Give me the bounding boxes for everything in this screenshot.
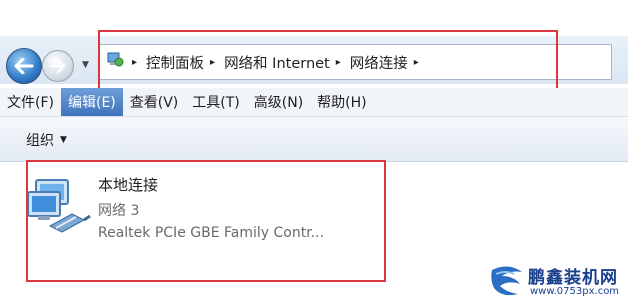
- menu-tools[interactable]: 工具(T): [185, 88, 246, 116]
- organize-button[interactable]: 组织 ▼: [26, 130, 67, 150]
- menu-view[interactable]: 查看(V): [123, 88, 186, 116]
- recent-pages-dropdown-icon[interactable]: ▼: [82, 60, 89, 70]
- menu-file[interactable]: 文件(F): [0, 88, 61, 116]
- chevron-down-icon: ▼: [60, 135, 67, 145]
- menu-advanced[interactable]: 高级(N): [247, 88, 310, 116]
- command-bar: [0, 117, 628, 162]
- connection-highlight-box: [26, 160, 386, 282]
- back-button[interactable]: [6, 48, 42, 84]
- forward-arrow-icon: [50, 59, 66, 73]
- forward-button[interactable]: [42, 50, 74, 82]
- organize-label: 组织: [26, 133, 54, 149]
- watermark-logo-icon: [491, 266, 522, 296]
- watermark-url: www.0753px.com: [530, 286, 620, 297]
- menu-edit[interactable]: 编辑(E): [60, 88, 123, 116]
- back-arrow-icon: [14, 58, 34, 74]
- menu-help[interactable]: 帮助(H): [310, 88, 373, 116]
- menu-bar: 文件(F) 编辑(E) 查看(V) 工具(T) 高级(N) 帮助(H): [0, 88, 628, 117]
- watermark-title: 鹏鑫装机网: [528, 268, 618, 288]
- address-highlight-box: [98, 30, 558, 96]
